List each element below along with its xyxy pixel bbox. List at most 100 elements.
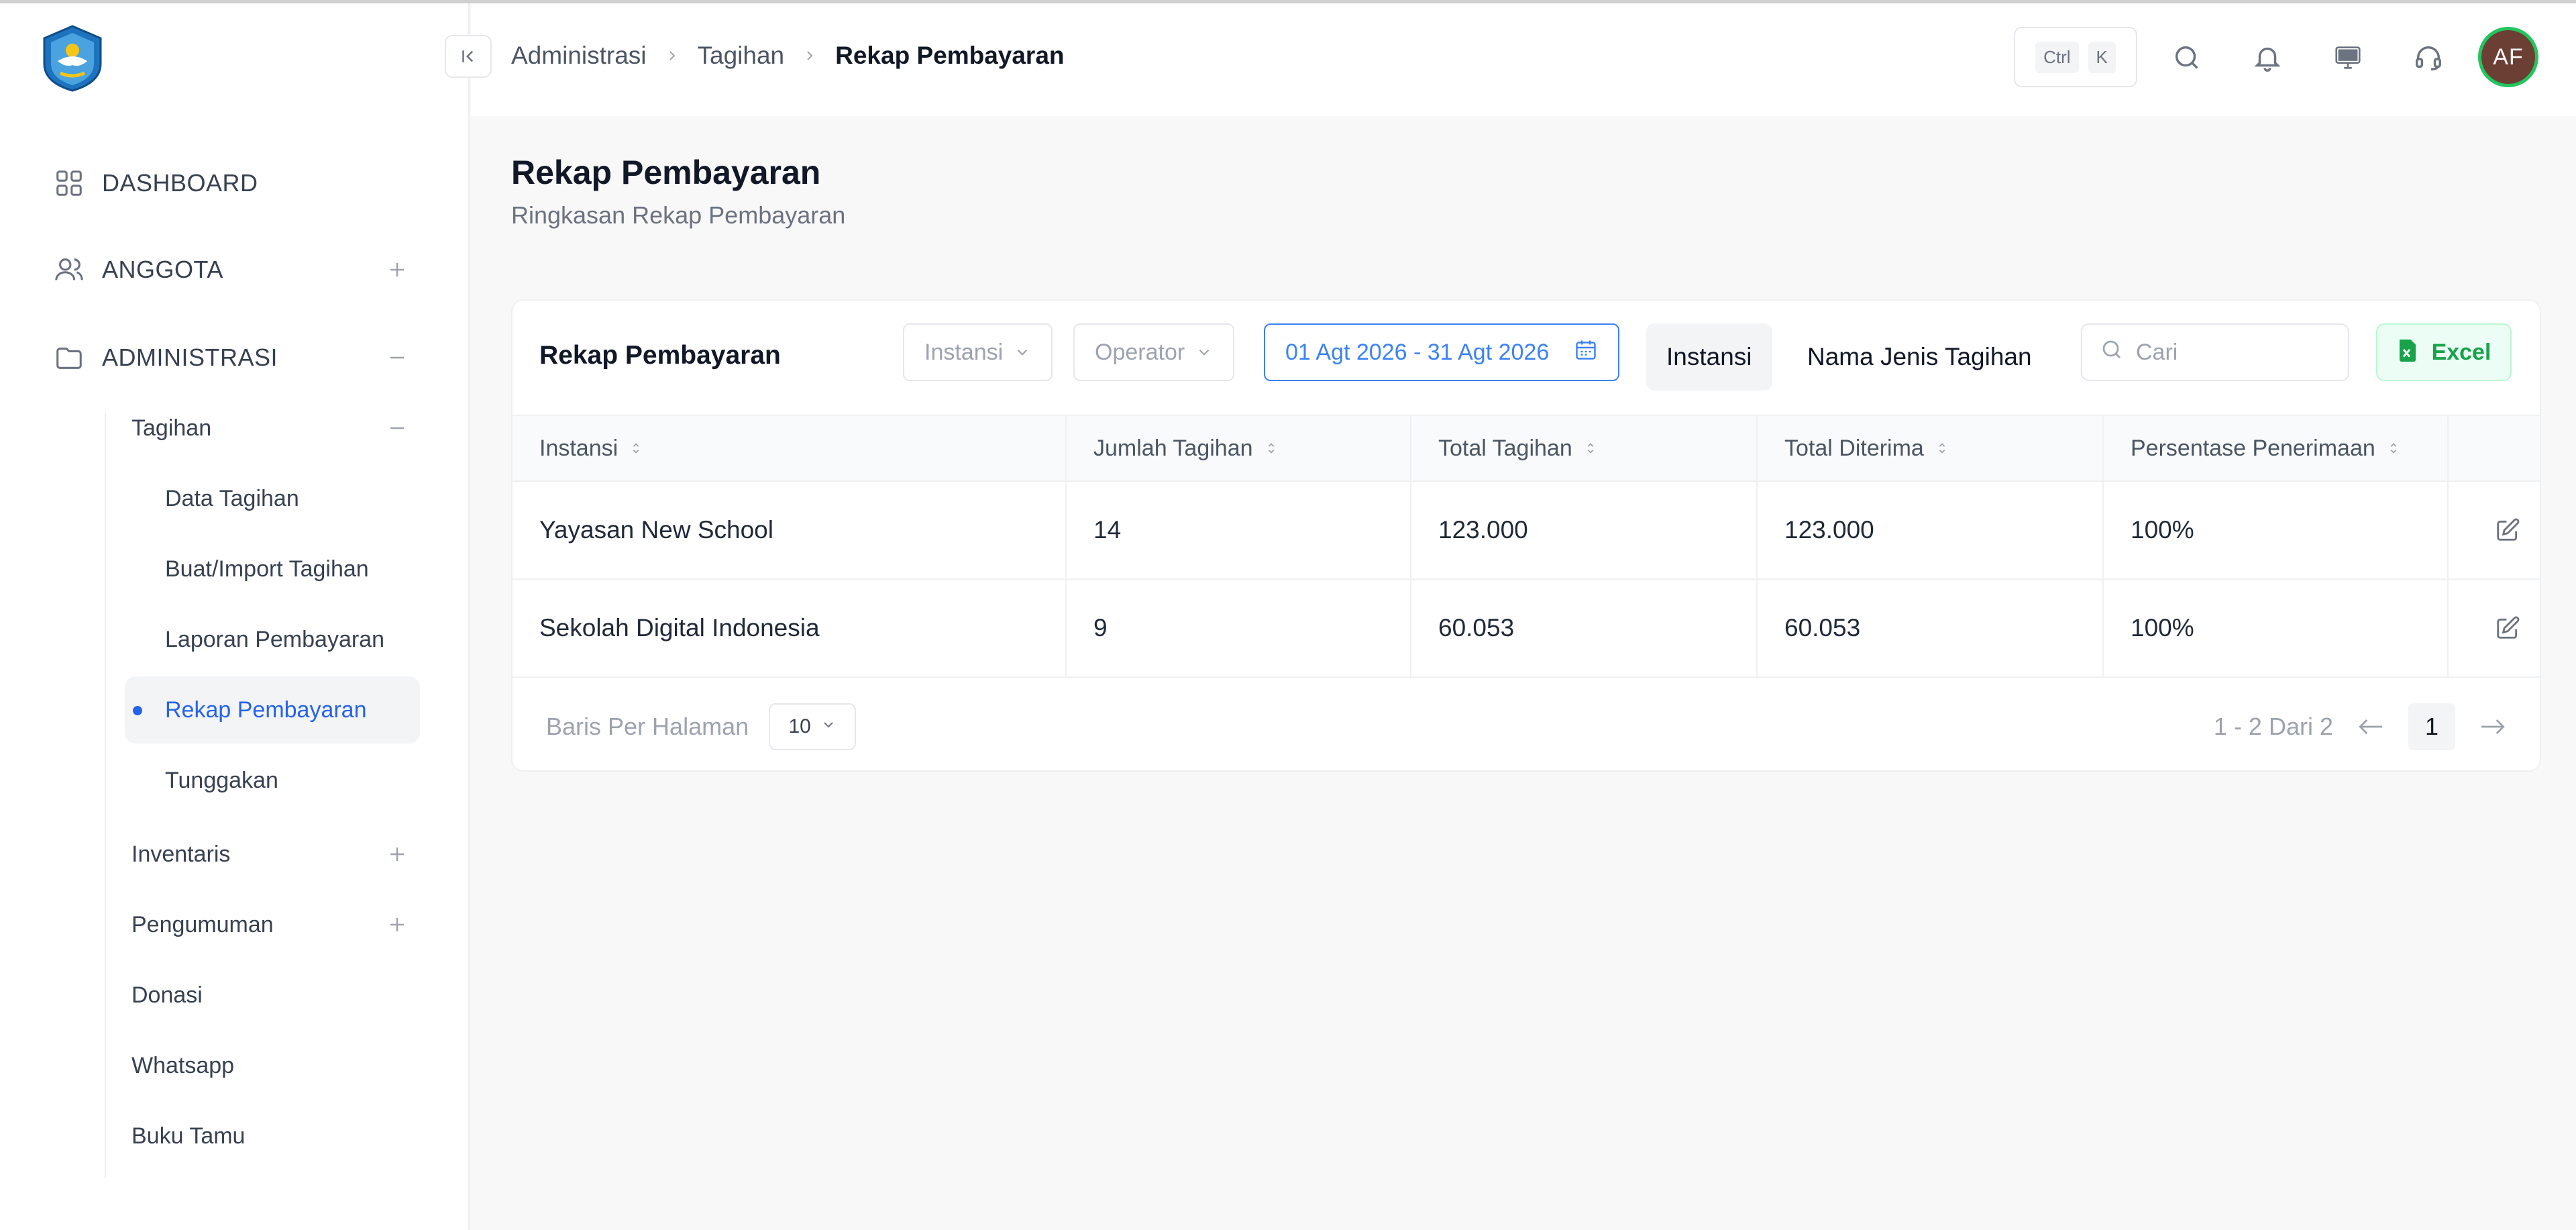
- select-value: Operator: [1095, 339, 1185, 365]
- sidebar-item-label: Data Tagihan: [165, 485, 299, 511]
- column-header-total-diterima[interactable]: Total Diterima: [1758, 416, 2104, 480]
- page-size-select[interactable]: 10: [769, 703, 857, 750]
- arrow-right-icon[interactable]: [2479, 717, 2506, 737]
- sort-icon: [2386, 440, 2401, 457]
- sidebar-item-label: ANGGOTA: [102, 256, 223, 283]
- export-excel-button[interactable]: Excel: [2376, 323, 2512, 381]
- sidebar-item-label: Laporan Pembayaran: [165, 626, 385, 652]
- sidebar-item-label: Rekap Pembayaran: [165, 697, 367, 723]
- column-header-label: Instansi: [539, 435, 619, 461]
- column-header-instansi[interactable]: Instansi: [513, 416, 1067, 480]
- plus-icon[interactable]: [381, 838, 413, 870]
- calendar-icon: [1574, 338, 1598, 368]
- sort-icon: [1264, 440, 1279, 457]
- sidebar: DASHBOARD ANGGOTA ADMINISTRASI Tagihan D…: [0, 3, 470, 1230]
- search-icon[interactable]: [2167, 38, 2207, 78]
- active-indicator: [133, 706, 142, 715]
- sidebar-collapse-button[interactable]: [445, 35, 492, 78]
- sidebar-item-anggota[interactable]: ANGGOTA: [51, 243, 413, 297]
- sidebar-item-pengumuman[interactable]: Pengumuman: [125, 891, 420, 958]
- column-header-jumlah-tagihan[interactable]: Jumlah Tagihan: [1067, 416, 1411, 480]
- cell-persentase: 100%: [2104, 580, 2449, 676]
- recap-table: Instansi Jumlah Tagihan Total Tagihan To…: [513, 415, 2540, 678]
- breadcrumb-current: Rekap Pembayaran: [835, 42, 1065, 69]
- search-field[interactable]: [2081, 323, 2349, 381]
- minus-icon[interactable]: [381, 412, 413, 444]
- chevron-down-icon: [1195, 344, 1213, 361]
- plus-icon[interactable]: [381, 909, 413, 941]
- folder-icon: [51, 340, 87, 376]
- bell-icon[interactable]: [2247, 38, 2288, 78]
- table-row: Yayasan New School 14 123.000 123.000 10…: [513, 482, 2540, 580]
- pagination: 1 - 2 Dari 2 1: [2214, 703, 2506, 750]
- sidebar-item-buat-import-tagihan[interactable]: Buat/Import Tagihan: [125, 535, 420, 603]
- tab-nama-jenis-tagihan[interactable]: Nama Jenis Tagihan: [1787, 323, 2052, 391]
- sidebar-item-dashboard[interactable]: DASHBOARD: [51, 156, 413, 210]
- column-header-total-tagihan[interactable]: Total Tagihan: [1411, 416, 1758, 480]
- column-header-actions: [2449, 416, 2540, 480]
- sort-icon: [1583, 440, 1598, 457]
- sidebar-item-whatsapp[interactable]: Whatsapp: [125, 1032, 420, 1099]
- column-header-label: Total Diterima: [1784, 435, 1924, 461]
- operator-filter-select[interactable]: Operator: [1073, 323, 1235, 381]
- sidebar-item-label: Tunggakan: [165, 767, 278, 793]
- breadcrumb-tagihan[interactable]: Tagihan: [698, 42, 785, 70]
- sidebar-item-administrasi[interactable]: ADMINISTRASI: [51, 331, 413, 385]
- edit-icon[interactable]: [2487, 608, 2528, 648]
- arrow-left-icon[interactable]: [2357, 717, 2384, 737]
- tab-instansi[interactable]: Instansi: [1646, 323, 1772, 391]
- column-header-label: Total Tagihan: [1438, 435, 1572, 461]
- sidebar-item-laporan-pembayaran[interactable]: Laporan Pembayaran: [125, 606, 420, 673]
- breadcrumb: Administrasi Tagihan Rekap Pembayaran: [511, 42, 1065, 70]
- plus-icon[interactable]: [381, 254, 413, 286]
- excel-file-icon: [2397, 338, 2418, 368]
- sidebar-item-label: Donasi: [131, 982, 203, 1008]
- command-shortcut-button[interactable]: Ctrl K: [2014, 27, 2137, 87]
- sort-icon: [1935, 440, 1949, 457]
- monitor-icon[interactable]: [2328, 38, 2368, 78]
- sidebar-item-label: Pengumuman: [131, 911, 274, 937]
- date-range-picker[interactable]: 01 Agt 2026 - 31 Agt 2026: [1264, 323, 1619, 381]
- cell-jumlah-tagihan: 14: [1067, 482, 1411, 578]
- sidebar-item-tagihan[interactable]: Tagihan: [125, 395, 420, 462]
- kbd-k: K: [2088, 41, 2116, 73]
- cell-jumlah-tagihan: 9: [1067, 580, 1411, 676]
- sidebar-item-data-tagihan[interactable]: Data Tagihan: [125, 465, 420, 532]
- cell-instansi: Sekolah Digital Indonesia: [513, 580, 1067, 676]
- search-input[interactable]: [2136, 339, 2337, 366]
- edit-icon[interactable]: [2487, 510, 2528, 550]
- page-button-current[interactable]: 1: [2408, 703, 2455, 750]
- minus-icon[interactable]: [381, 342, 413, 374]
- excel-label: Excel: [2431, 339, 2491, 365]
- cell-total-diterima: 123.000: [1758, 482, 2104, 578]
- pagination-range: 1 - 2 Dari 2: [2213, 713, 2333, 740]
- sidebar-item-tunggakan[interactable]: Tunggakan: [125, 747, 420, 814]
- grid-icon: [51, 165, 87, 201]
- headset-icon[interactable]: [2408, 38, 2449, 78]
- instansi-filter-select[interactable]: Instansi: [903, 323, 1053, 381]
- page-size-value: 10: [788, 715, 811, 737]
- rows-per-page: Baris Per Halaman 10: [546, 703, 857, 750]
- logo[interactable]: [38, 23, 107, 93]
- sidebar-tree-line: [105, 413, 106, 1178]
- sidebar-item-label: Whatsapp: [131, 1052, 235, 1078]
- sort-icon: [629, 440, 643, 457]
- sidebar-item-donasi[interactable]: Donasi: [125, 962, 420, 1029]
- sidebar-item-label: DASHBOARD: [102, 169, 258, 197]
- page-title: Rekap Pembayaran: [511, 154, 821, 191]
- cell-persentase: 100%: [2104, 482, 2449, 578]
- users-icon: [51, 252, 87, 288]
- sidebar-item-label: Inventaris: [131, 841, 231, 867]
- column-header-persentase-penerimaan[interactable]: Persentase Penerimaan: [2104, 416, 2449, 480]
- breadcrumb-administrasi[interactable]: Administrasi: [511, 42, 647, 70]
- rows-per-page-label: Baris Per Halaman: [546, 713, 749, 740]
- column-header-label: Persentase Penerimaan: [2131, 435, 2375, 461]
- avatar[interactable]: AF: [2478, 27, 2538, 87]
- sidebar-item-inventaris[interactable]: Inventaris: [125, 821, 420, 888]
- sidebar-item-label: ADMINISTRASI: [102, 344, 278, 371]
- card-title: Rekap Pembayaran: [539, 341, 781, 370]
- sidebar-item-buku-tamu[interactable]: Buku Tamu: [125, 1103, 420, 1170]
- chevron-down-icon: [1014, 344, 1031, 361]
- sidebar-item-rekap-pembayaran[interactable]: Rekap Pembayaran: [125, 676, 420, 744]
- column-header-label: Jumlah Tagihan: [1093, 435, 1253, 461]
